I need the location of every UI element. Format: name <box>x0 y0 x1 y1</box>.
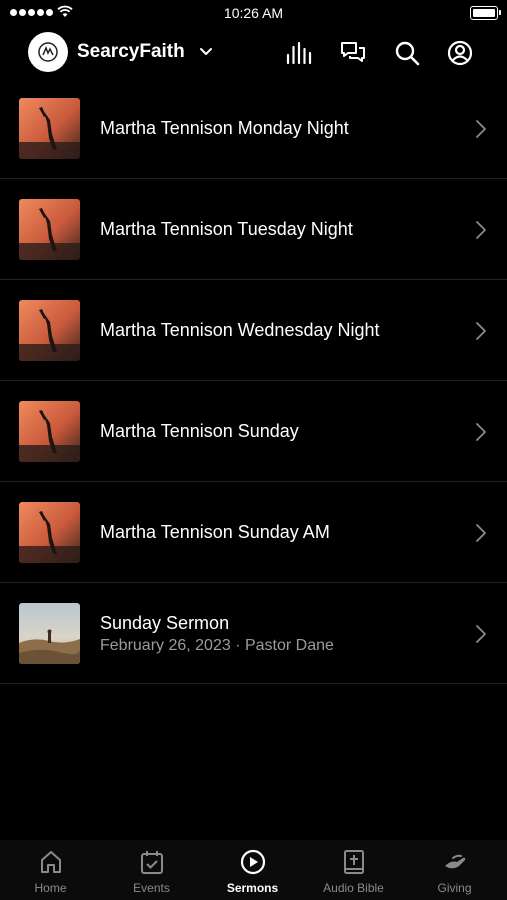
tab-giving[interactable]: Giving <box>404 840 505 900</box>
sermon-title: Martha Tennison Wednesday Night <box>100 320 380 340</box>
play-circle-icon <box>240 849 265 875</box>
sermon-thumbnail <box>19 502 80 563</box>
chevron-right-icon <box>476 524 486 542</box>
sermon-row[interactable]: Martha Tennison Sunday AM <box>0 482 507 583</box>
chevron-down-icon[interactable] <box>198 44 214 60</box>
battery-icon <box>470 6 501 20</box>
church-logo[interactable] <box>28 32 68 72</box>
sermon-thumbnail <box>19 300 80 361</box>
tab-bar: Home Events Sermons Audio Bible Giving <box>0 840 507 900</box>
tab-events[interactable]: Events <box>101 840 202 900</box>
home-icon <box>40 851 61 873</box>
sermon-thumbnail <box>19 199 80 260</box>
sermon-title: Sunday Sermon <box>100 613 230 633</box>
sermon-row[interactable]: Martha Tennison Sunday <box>0 381 507 482</box>
sermon-thumbnail <box>19 401 80 462</box>
chevron-right-icon <box>476 322 486 340</box>
chevron-right-icon <box>476 120 486 138</box>
tab-label: Giving <box>437 881 472 895</box>
sermon-title: Martha Tennison Monday Night <box>100 118 349 138</box>
sermon-thumbnail <box>19 98 80 159</box>
sermon-title: Martha Tennison Sunday AM <box>100 522 330 542</box>
status-bar: 10:26 AM <box>0 0 507 28</box>
chevron-right-icon <box>476 423 486 441</box>
bible-icon <box>343 850 364 874</box>
app-name[interactable]: SearcyFaith <box>77 41 185 63</box>
sermon-row[interactable]: Martha Tennison Wednesday Night <box>0 280 507 381</box>
sermon-row[interactable]: Martha Tennison Tuesday Night <box>0 179 507 280</box>
tab-label: Events <box>133 881 170 895</box>
sermon-row[interactable]: Sunday Sermon February 26, 2023 · Pastor… <box>0 583 507 684</box>
sermon-title: Martha Tennison Sunday <box>100 421 299 441</box>
giving-hand-icon <box>444 854 465 869</box>
sermon-thumbnail <box>19 603 80 664</box>
tab-home[interactable]: Home <box>0 840 101 900</box>
tab-label: Audio Bible <box>323 881 384 895</box>
sermon-subtitle: February 26, 2023 · Pastor Dane <box>100 637 334 654</box>
app-header: SearcyFaith <box>0 32 507 74</box>
search-icon[interactable] <box>393 39 421 67</box>
status-time: 10:26 AM <box>223 5 284 21</box>
calendar-icon <box>140 851 163 874</box>
tab-label: Sermons <box>226 881 279 895</box>
tab-label: Home <box>34 881 67 895</box>
sermon-row[interactable]: Martha Tennison Monday Night <box>0 78 507 179</box>
profile-icon[interactable] <box>446 39 474 67</box>
tab-audio-bible[interactable]: Audio Bible <box>303 840 404 900</box>
sermon-title: Martha Tennison Tuesday Night <box>100 219 353 239</box>
chat-icon[interactable] <box>339 39 367 67</box>
chevron-right-icon <box>476 625 486 643</box>
chevron-right-icon <box>476 221 486 239</box>
sermon-list: Martha Tennison Monday Night Martha Tenn… <box>0 78 507 684</box>
tab-sermons[interactable]: Sermons <box>202 840 303 900</box>
audio-bars-icon[interactable] <box>285 39 313 67</box>
